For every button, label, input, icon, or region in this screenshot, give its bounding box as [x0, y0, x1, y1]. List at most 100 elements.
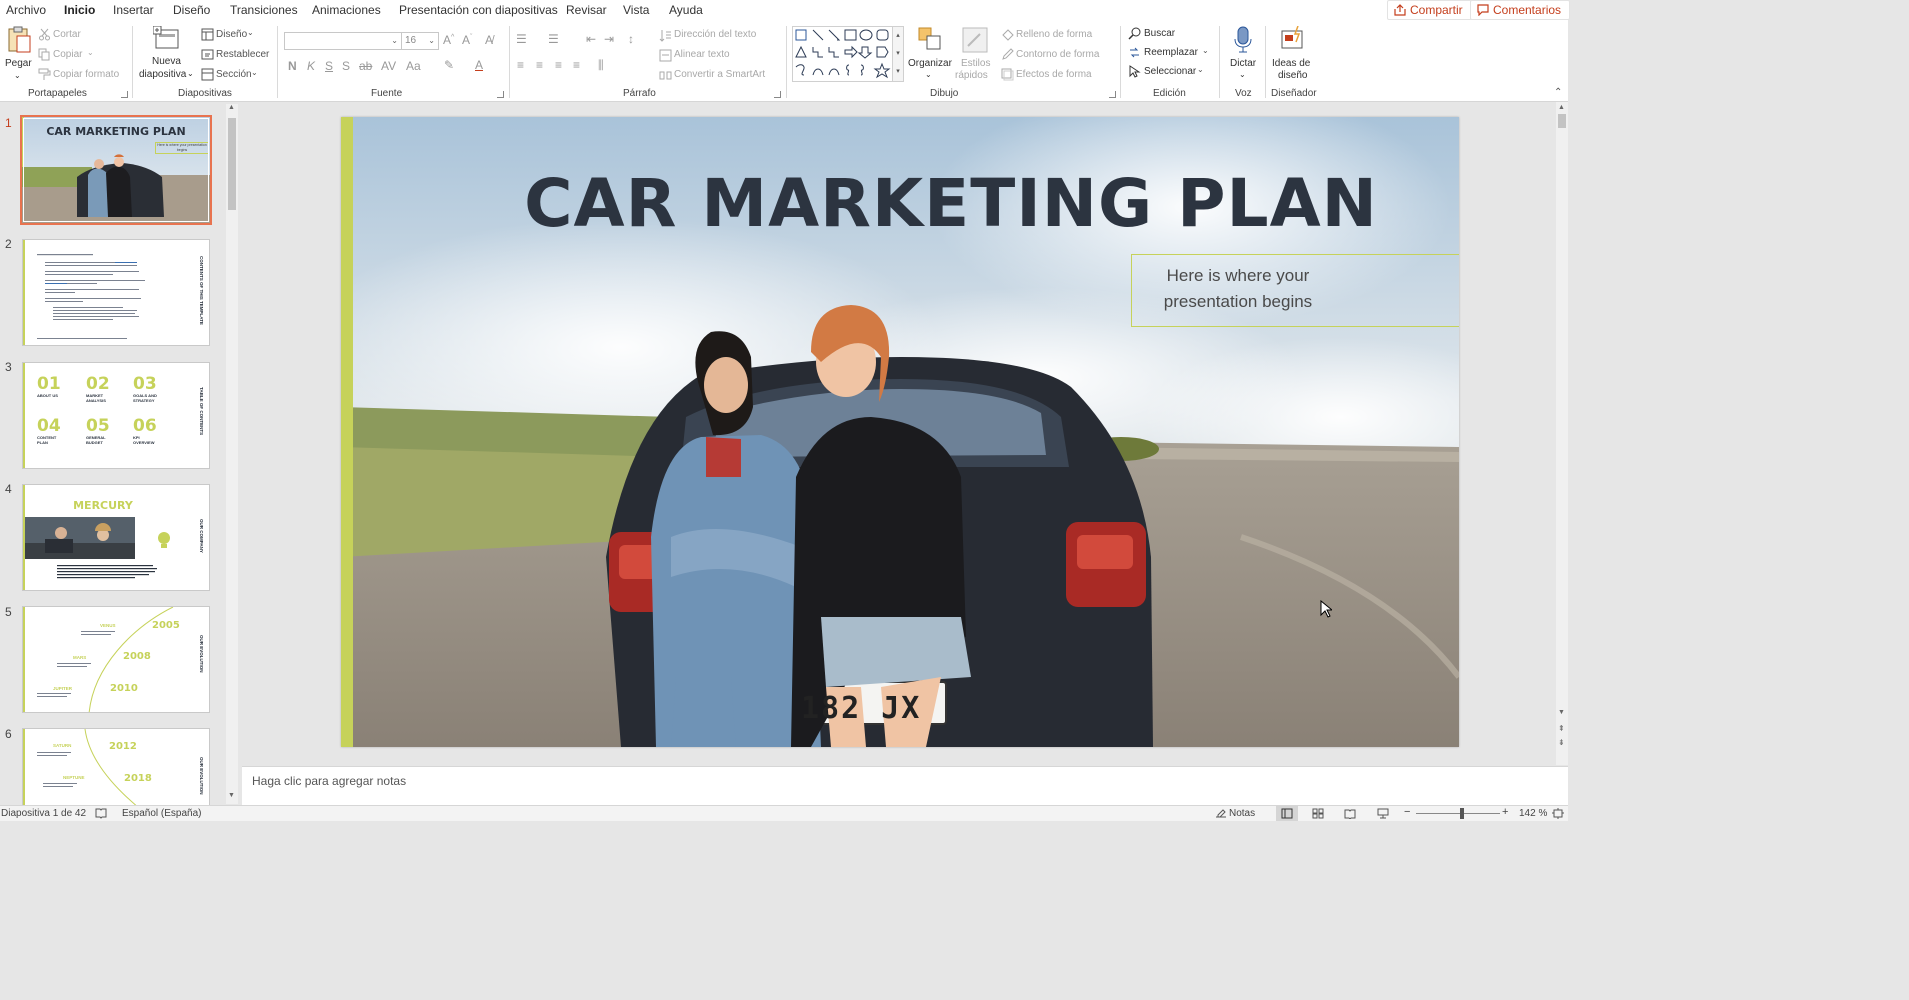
slideshow-icon[interactable] [1377, 808, 1389, 819]
font-size-combo[interactable]: 16 ⌄ [401, 32, 439, 50]
layout-button[interactable]: Diseño [216, 29, 247, 40]
change-case-icon[interactable]: Aa [406, 59, 421, 73]
align-center-icon[interactable]: ≡ [536, 58, 543, 72]
replace-button[interactable]: Reemplazar [1144, 47, 1198, 58]
fit-to-window-icon[interactable] [1552, 808, 1564, 819]
notes-icon [1216, 809, 1226, 818]
find-button[interactable]: Buscar [1144, 28, 1175, 39]
shapes-gallery[interactable] [792, 26, 904, 82]
shape-fill-button[interactable]: Relleno de forma [1016, 29, 1092, 40]
gallery-scroll[interactable]: ▴ ▾ ▾ [892, 26, 904, 82]
tab-inicio[interactable]: Inicio [61, 3, 98, 25]
next-slide-icon[interactable]: ⇟ [1558, 738, 1565, 747]
thumbnail-scrollbar[interactable]: ▲ ▼ [226, 104, 238, 804]
bullets-icon[interactable]: ☰ [516, 32, 527, 46]
tab-presentacion[interactable]: Presentación con diapositivas [399, 3, 558, 17]
zoom-slider-thumb[interactable] [1460, 808, 1464, 819]
comments-button[interactable]: Comentarios [1470, 0, 1571, 20]
tab-vista[interactable]: Vista [623, 3, 649, 17]
spellcheck-icon[interactable] [95, 808, 107, 819]
new-slide-button[interactable]: Nueva diapositiva ⌄ [138, 26, 196, 84]
underline-icon[interactable]: S [325, 59, 333, 73]
increase-indent-icon[interactable]: ⇥ [604, 32, 614, 46]
notes-toggle[interactable]: Notas [1229, 808, 1255, 819]
slide-scrollbar[interactable]: ▲ ▼ ⇞ ⇟ [1556, 102, 1568, 765]
notes-pane[interactable]: Haga clic para agregar notas [242, 766, 1568, 805]
char-spacing-icon[interactable]: AV [381, 59, 396, 73]
reset-button[interactable]: Restablecer [216, 49, 269, 60]
thumb-5-label: JUPITER [53, 686, 73, 691]
language-indicator[interactable]: Español (España) [122, 808, 202, 819]
tab-archivo[interactable]: Archivo [6, 3, 46, 17]
reading-view-icon[interactable] [1344, 808, 1356, 819]
tab-transiciones[interactable]: Transiciones [230, 3, 298, 17]
tab-ayuda[interactable]: Ayuda [669, 3, 703, 17]
shape-outline-button[interactable]: Contorno de forma [1016, 49, 1099, 60]
thumbnail-slide-1[interactable]: CAR MARKETING PLAN Here is where your pr… [20, 115, 212, 225]
thumbnail-slide-4[interactable]: MERCURY OUR COMPANY [22, 484, 210, 591]
share-button[interactable]: Compartir [1387, 0, 1472, 20]
thumbnail-slide-5[interactable]: VENUS 2005 MARS 2008 JUPITER 2010 OUR EV… [22, 606, 210, 713]
text-direction-button[interactable]: Dirección del texto [674, 29, 756, 40]
dictate-button[interactable]: Dictar ⌄ [1224, 26, 1262, 84]
scroll-up-icon[interactable]: ▲ [1558, 104, 1565, 111]
subtitle-placeholder[interactable]: Here is where your presentation begins [1131, 254, 1459, 327]
thumbnail-slide-6[interactable]: SATURN 2012 NEPTUNE 2018 OUR EVOLUTION [22, 728, 210, 805]
thumb-3-item: 02 MARKET ANALYSIS [86, 374, 110, 403]
strikethrough-icon[interactable]: ab [359, 59, 372, 73]
thumb-number: 3 [5, 360, 12, 374]
columns-icon[interactable]: ⫼ [598, 58, 604, 73]
shrink-font-icon[interactable]: Aˇ [462, 33, 472, 47]
fill-bucket-icon [1002, 29, 1014, 41]
justify-icon[interactable]: ≡ [573, 58, 580, 72]
slide-title[interactable]: CAR MARKETING PLAN [481, 165, 1421, 242]
bold-icon[interactable]: N [288, 59, 297, 73]
decrease-indent-icon[interactable]: ⇤ [586, 32, 596, 46]
cut-button[interactable]: Cortar [53, 29, 81, 40]
tab-diseno[interactable]: Diseño [173, 3, 210, 17]
quick-styles-button[interactable]: Estilos rápidos [953, 26, 997, 84]
font-color-icon[interactable]: A [475, 58, 483, 72]
collapse-ribbon-icon[interactable]: ⌃ [1554, 87, 1562, 98]
dialog-launcher-icon[interactable] [1109, 91, 1116, 98]
thumbnail-slide-3[interactable]: 01 ABOUT US 02 MARKET ANALYSIS 03 GOALS … [22, 362, 210, 469]
select-button[interactable]: Seleccionar [1144, 66, 1196, 77]
copy-button[interactable]: Copiar [53, 49, 82, 60]
smartart-button[interactable]: Convertir a SmartArt [674, 69, 765, 80]
tab-animaciones[interactable]: Animaciones [312, 3, 381, 17]
scroll-down-icon[interactable]: ▼ [228, 792, 235, 799]
design-ideas-button[interactable]: Ideas de diseño [1268, 26, 1318, 84]
paste-button[interactable]: Pegar ⌄ [3, 26, 33, 84]
zoom-out-icon[interactable]: − [1404, 806, 1410, 818]
align-right-icon[interactable]: ≡ [555, 58, 562, 72]
line-spacing-icon[interactable]: ↕ [628, 32, 634, 46]
dialog-launcher-icon[interactable] [774, 91, 781, 98]
grow-font-icon[interactable]: A^ [443, 33, 454, 47]
tab-revisar[interactable]: Revisar [566, 3, 607, 17]
font-name-combo[interactable]: ⌄ [284, 32, 402, 50]
slide-sorter-icon[interactable] [1312, 808, 1324, 819]
italic-icon[interactable]: K [307, 59, 315, 73]
format-painter-button[interactable]: Copiar formato [53, 69, 119, 80]
align-text-button[interactable]: Alinear texto [674, 49, 730, 60]
zoom-level[interactable]: 142 % [1519, 808, 1547, 819]
highlight-icon[interactable]: ✎ [444, 58, 454, 72]
dialog-launcher-icon[interactable] [121, 91, 128, 98]
previous-slide-icon[interactable]: ⇞ [1558, 724, 1565, 733]
dialog-launcher-icon[interactable] [497, 91, 504, 98]
zoom-slider[interactable] [1416, 813, 1500, 814]
numbering-icon[interactable]: ☰ [548, 32, 559, 46]
shape-effects-button[interactable]: Efectos de forma [1016, 69, 1092, 80]
arrange-button[interactable]: Organizar ⌄ [907, 26, 952, 84]
section-button[interactable]: Sección [216, 69, 252, 80]
shadow-icon[interactable]: S [342, 59, 350, 73]
scroll-up-icon[interactable]: ▲ [228, 104, 235, 111]
main-slide[interactable]: 182 JX CAR MARKETING PLAN Here is where … [341, 117, 1459, 747]
clear-format-icon[interactable]: A̸ [485, 33, 493, 47]
zoom-in-icon[interactable]: + [1502, 806, 1508, 818]
thumbnail-slide-2[interactable]: CONTENTS OF THIS TEMPLATE [22, 239, 210, 346]
align-left-icon[interactable]: ≡ [517, 58, 524, 72]
tab-insertar[interactable]: Insertar [113, 3, 154, 17]
normal-view-button[interactable] [1276, 806, 1298, 821]
scroll-down-icon[interactable]: ▼ [1558, 709, 1565, 716]
